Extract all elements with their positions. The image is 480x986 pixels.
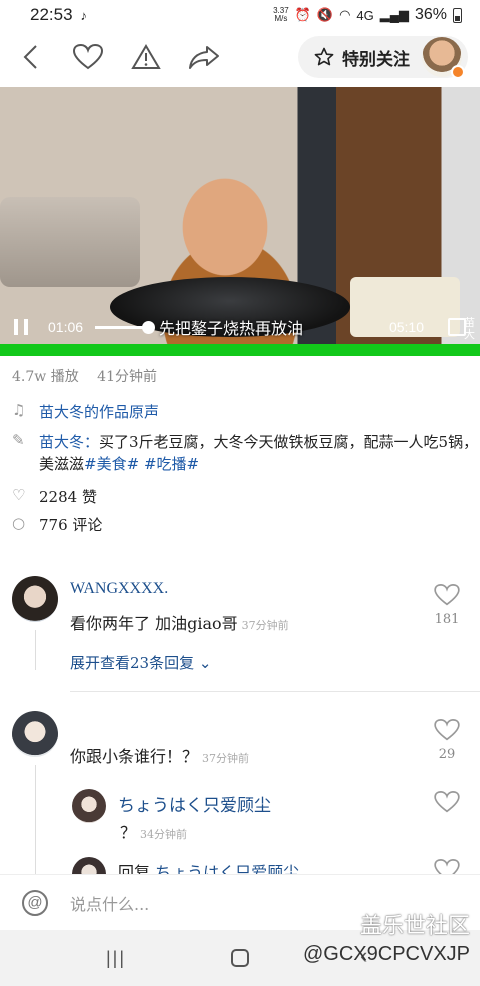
comment-bubble-icon: ○	[12, 514, 26, 532]
pause-icon[interactable]	[14, 319, 28, 335]
description-row: ✎ 苗大冬：买了3斤老豆腐，大冬今天做铁板豆腐，配蒜一人吃5锅，美滋滋#美食# …	[12, 431, 479, 475]
edit-icon: ✎	[12, 431, 25, 449]
special-follow-button[interactable]: 特别关注	[298, 36, 468, 79]
heart-outline-icon: ♡	[12, 486, 26, 504]
audio-row[interactable]: ♫ 苗大冬的作品原声	[12, 401, 159, 422]
star-icon	[314, 47, 334, 66]
progress-slider[interactable]	[95, 320, 156, 334]
hashtag[interactable]: #美食#	[84, 455, 139, 473]
comment-like-button[interactable]: 181	[432, 584, 462, 627]
comment-time: 37分钟前	[202, 752, 250, 765]
share-icon[interactable]	[186, 39, 222, 75]
comment-like-count: 181	[434, 612, 460, 627]
verified-badge	[451, 65, 465, 79]
author-name[interactable]: 苗大冬：	[39, 433, 99, 451]
battery-percent: 36%	[414, 6, 447, 23]
top-nav: 特别关注	[0, 32, 480, 82]
fullscreen-icon[interactable]	[448, 318, 466, 336]
duration: 05:10	[388, 319, 424, 335]
status-icons: 3.37 M/s ⏰ 🔇 ◠ 4G ▂▄▆ 36%	[273, 6, 462, 24]
reply-text: ？ 34分钟前	[120, 823, 188, 842]
network-type: 4G	[356, 7, 374, 23]
comments-row: ○ 776 评论	[12, 514, 102, 535]
home-icon[interactable]	[231, 949, 249, 967]
comment-text: 看你两年了 加油giao哥 37分钟前	[70, 614, 289, 633]
heart-icon	[434, 584, 460, 606]
heart-icon	[434, 791, 460, 813]
play-count: 4.7w 播放	[12, 369, 79, 385]
brand-watermark: 盖乐世社区	[359, 914, 470, 939]
alarm-icon: ⏰	[294, 7, 311, 22]
current-time: 01:06	[48, 319, 84, 335]
hashtag[interactable]: #吃播#	[144, 455, 199, 473]
comment-count: 776 评论	[39, 516, 103, 534]
heart-icon[interactable]	[70, 39, 106, 75]
back-icon[interactable]	[12, 39, 48, 75]
reply-time: 34分钟前	[140, 828, 188, 841]
commenter-avatar[interactable]	[12, 711, 58, 757]
reply-like-button[interactable]	[432, 791, 462, 819]
video-meta: 4.7w 播放 41分钟前	[12, 366, 157, 386]
mute-icon: 🔇	[316, 7, 334, 22]
network-speed: 3.37 M/s	[273, 6, 289, 23]
commenter-name[interactable]: WANGXXXX.	[70, 580, 168, 598]
like-count: 2284 赞	[39, 488, 97, 506]
signal-icon: ▂▄▆	[379, 7, 409, 22]
user-watermark: @GCX9CPCVXJP	[302, 943, 470, 965]
heart-icon	[434, 719, 460, 741]
reply-avatar[interactable]	[72, 789, 106, 823]
progress-knob[interactable]	[142, 320, 156, 334]
video-subtitle: 先把鏊子烧热再放油	[159, 319, 304, 338]
status-time: 22:53	[30, 5, 73, 24]
video-progress-bar	[0, 344, 480, 356]
reply-name[interactable]: ちょうはく只爱顾尘	[118, 791, 271, 816]
video-player[interactable]: 苗大 01:06 先把鏊子烧热再放油 05:10	[0, 87, 480, 344]
thread-line	[35, 765, 36, 875]
video-controls: 01:06 先把鏊子烧热再放油 05:10	[0, 310, 480, 344]
comment-input[interactable]: 说点什么...	[70, 891, 149, 915]
commenter-avatar[interactable]	[12, 576, 58, 622]
chevron-down-icon: ⌄	[198, 654, 212, 672]
special-follow-label: 特别关注	[342, 49, 410, 70]
video-description: 苗大冬：买了3斤老豆腐，大冬今天做铁板豆腐，配蒜一人吃5锅，美滋滋#美食# #吃…	[39, 431, 479, 475]
comment-time: 37分钟前	[241, 619, 289, 632]
audio-title[interactable]: 苗大冬的作品原声	[39, 401, 159, 422]
thread-line	[35, 630, 36, 670]
music-note-icon: ♫	[12, 401, 26, 419]
author-avatar[interactable]	[422, 37, 465, 79]
likes-row: ♡ 2284 赞	[12, 486, 97, 507]
expand-replies-button[interactable]: 展开查看23条回复 ⌄	[70, 652, 211, 673]
comment-like-button[interactable]: 29	[432, 719, 462, 762]
recent-apps-icon[interactable]: |||	[106, 948, 126, 969]
comment-like-count: 29	[438, 747, 456, 762]
video-scene	[0, 197, 140, 287]
divider	[70, 691, 480, 692]
comment-text: 你跟小条谁行！？ 37分钟前	[70, 747, 250, 766]
tiktok-icon: ♪	[80, 7, 88, 23]
wifi-icon: ◠	[339, 7, 351, 22]
report-icon[interactable]	[128, 39, 164, 75]
status-bar: 22:53 ♪ 3.37 M/s ⏰ 🔇 ◠ 4G ▂▄▆ 36%	[0, 0, 480, 30]
at-mention-icon[interactable]: @	[22, 889, 48, 916]
battery-icon	[453, 7, 462, 23]
posted-time: 41分钟前	[97, 369, 157, 385]
